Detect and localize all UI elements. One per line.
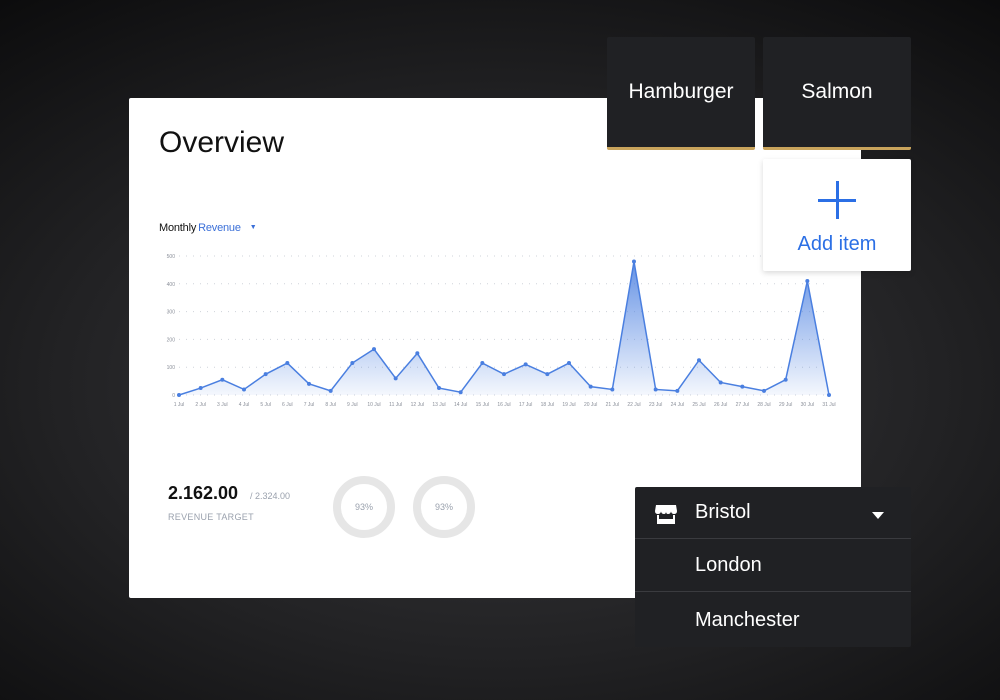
data-point: [307, 381, 311, 386]
location-option-london[interactable]: London: [635, 540, 911, 592]
x-tick-label: 11 Jul: [389, 402, 402, 408]
data-point: [458, 390, 463, 395]
x-tick-label: 7 Jul: [304, 402, 315, 408]
progress-ring-1-label: 93%: [354, 502, 373, 512]
location-option-manchester[interactable]: Manchester: [635, 594, 911, 647]
data-point: [285, 361, 290, 366]
data-point: [523, 362, 528, 367]
progress-ring-1: 93%: [333, 476, 395, 538]
x-tick-label: 15 Jul: [476, 402, 489, 408]
plus-icon: [818, 181, 856, 219]
x-tick-label: 25 Jul: [692, 402, 705, 408]
data-point: [350, 361, 355, 366]
y-tick-label: 200: [167, 337, 176, 343]
data-point: [588, 384, 593, 389]
x-tick-label: 27 Jul: [736, 402, 749, 408]
y-tick-label: 400: [167, 282, 176, 288]
x-tick-label: 9 Jul: [347, 402, 358, 408]
data-point: [545, 372, 550, 377]
data-point: [415, 351, 420, 356]
data-point: [502, 372, 506, 377]
x-tick-label: 5 Jul: [260, 402, 271, 408]
location-option-label: London: [695, 554, 762, 576]
location-selected[interactable]: Bristol: [635, 487, 911, 539]
data-point: [805, 279, 810, 284]
tile-hamburger[interactable]: Hamburger: [607, 37, 755, 150]
data-point: [675, 388, 680, 393]
x-tick-label: 24 Jul: [671, 402, 684, 408]
add-item-label: Add item: [797, 233, 877, 255]
data-point: [567, 361, 571, 366]
data-point: [393, 376, 398, 381]
data-point: [610, 387, 615, 392]
location-dropdown[interactable]: Bristol London Manchester: [635, 487, 911, 647]
add-item-button[interactable]: Add item: [763, 159, 911, 271]
data-point: [220, 377, 225, 382]
data-point: [480, 361, 485, 366]
x-tick-label: 8 Jul: [325, 402, 336, 408]
data-point: [783, 377, 788, 382]
x-tick-label: 12 Jul: [411, 402, 424, 408]
y-tick-label: 0: [172, 393, 175, 399]
tile-salmon[interactable]: Salmon: [763, 37, 911, 150]
tile-salmon-label: Salmon: [801, 80, 873, 103]
x-tick-label: 13 Jul: [432, 402, 445, 408]
y-tick-label: 500: [167, 254, 176, 260]
data-point: [653, 387, 658, 392]
x-tick-label: 31 Jul: [822, 402, 835, 408]
x-tick-label: 18 Jul: [541, 402, 554, 408]
x-tick-label: 14 Jul: [454, 402, 467, 408]
x-tick-label: 16 Jul: [497, 402, 510, 408]
x-tick-label: 26 Jul: [714, 402, 727, 408]
y-tick-label: 100: [167, 365, 176, 371]
tile-hamburger-label: Hamburger: [628, 80, 734, 103]
location-option-label: Manchester: [695, 609, 800, 631]
data-point: [437, 386, 441, 391]
data-point: [263, 372, 268, 377]
x-tick-label: 28 Jul: [757, 402, 770, 408]
x-tick-label: 22 Jul: [627, 402, 640, 408]
x-tick-label: 21 Jul: [606, 402, 619, 408]
x-tick-label: 23 Jul: [649, 402, 662, 408]
data-point: [740, 384, 745, 389]
data-point: [827, 393, 831, 397]
data-point: [697, 358, 701, 363]
x-tick-label: 3 Jul: [217, 402, 228, 408]
caret-down-icon: [872, 512, 884, 519]
x-tick-label: 29 Jul: [779, 402, 792, 408]
progress-ring-2: 93%: [413, 476, 475, 538]
data-point: [198, 386, 203, 391]
progress-ring-2-label: 93%: [434, 502, 453, 512]
revenue-total: / 2.324.00: [250, 491, 291, 501]
store-icon: [655, 505, 677, 524]
data-point: [632, 259, 636, 264]
data-point: [718, 380, 723, 385]
x-tick-label: 30 Jul: [801, 402, 814, 408]
data-point: [177, 393, 181, 397]
location-selected-label: Bristol: [695, 501, 751, 523]
x-tick-label: 17 Jul: [519, 402, 532, 408]
x-tick-label: 20 Jul: [584, 402, 597, 408]
x-tick-label: 10 Jul: [367, 402, 380, 408]
data-point: [242, 387, 246, 392]
x-tick-label: 6 Jul: [282, 402, 293, 408]
data-point: [328, 388, 333, 393]
x-tick-label: 2 Jul: [195, 402, 206, 408]
data-point: [372, 347, 376, 352]
revenue-target-label: REVENUE TARGET: [168, 512, 254, 522]
revenue-value: 2.162.00: [168, 483, 239, 503]
x-tick-label: 1 Jul: [174, 402, 185, 408]
y-tick-label: 300: [167, 310, 176, 316]
data-point: [762, 388, 766, 393]
x-tick-label: 19 Jul: [562, 402, 575, 408]
x-tick-label: 4 Jul: [239, 402, 250, 408]
